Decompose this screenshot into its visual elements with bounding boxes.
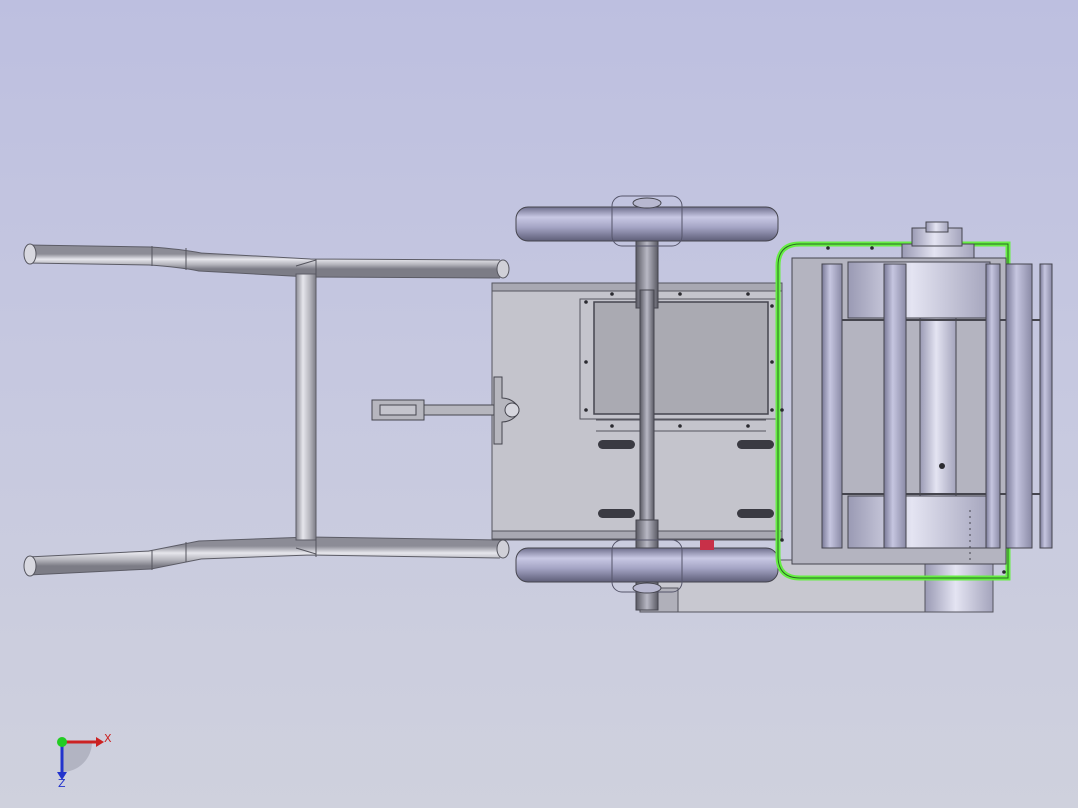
y-axis-dot-icon <box>57 737 67 747</box>
x-axis-arrow-icon <box>96 737 104 747</box>
grip-end-upper <box>23 243 37 265</box>
z-axis-label: Z <box>58 777 66 790</box>
motor-mount-plate[interactable] <box>593 301 769 415</box>
deck-plate[interactable] <box>491 282 783 541</box>
model-viewport[interactable] <box>0 0 1078 808</box>
x-axis-label: X <box>104 732 112 745</box>
grip-end-lower <box>23 555 37 577</box>
tow-hitch[interactable] <box>371 376 520 445</box>
wheel-upper[interactable] <box>515 195 779 247</box>
